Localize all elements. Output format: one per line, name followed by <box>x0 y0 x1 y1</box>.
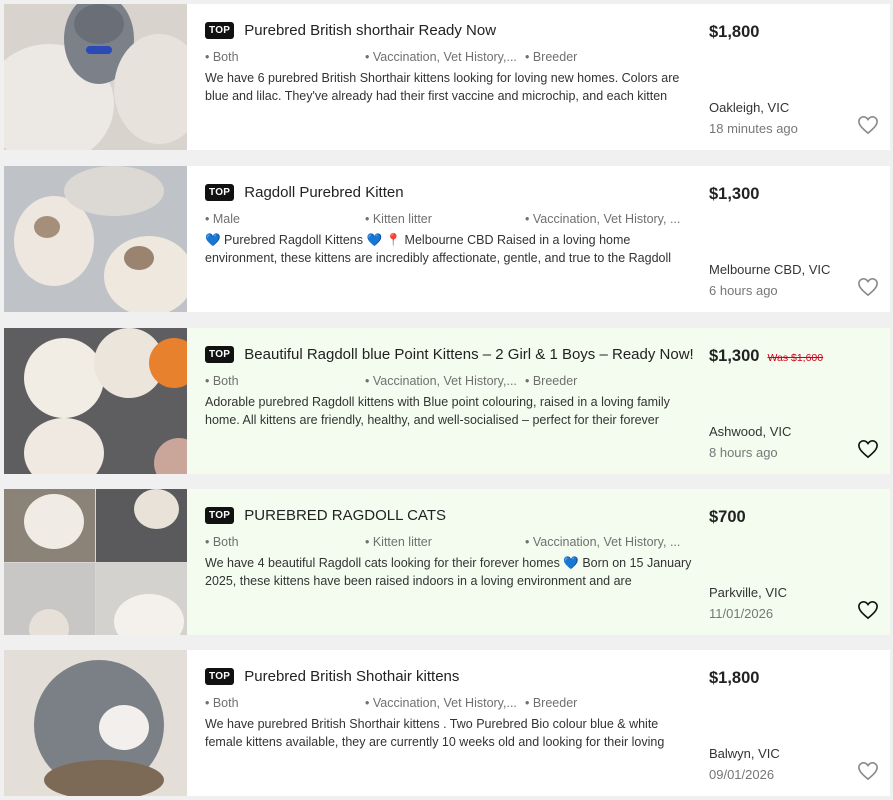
listing-time: 8 hours ago <box>709 445 778 460</box>
listing-card[interactable]: TOP Beautiful Ragdoll blue Point Kittens… <box>4 328 890 474</box>
listing-card[interactable]: TOP PUREBRED RAGDOLL CATS • Both • Kitte… <box>4 489 890 635</box>
listing-attr-health: • Vaccination, Vet History,... <box>365 50 517 64</box>
listing-price: $1,300 <box>709 347 760 365</box>
listing-attr-sex: • Both <box>205 535 239 549</box>
listing-attr-sex: • Male <box>205 212 240 226</box>
top-badge: TOP <box>205 668 235 685</box>
listing-thumbnail[interactable] <box>4 4 187 150</box>
listing-title[interactable]: Purebred British shorthair Ready Now <box>244 22 496 39</box>
listing-description: 💙 Purebred Ragdoll Kittens 💙 📍 Melbourne… <box>205 233 672 265</box>
listing-title[interactable]: Purebred British Shothair kittens <box>244 668 459 685</box>
listing-attr-health: • Vaccination, Vet History,... <box>365 696 517 710</box>
listing-card[interactable]: TOP Ragdoll Purebred Kitten • Male • Kit… <box>4 166 890 312</box>
listing-description: We have 6 purebred British Shorthair kit… <box>205 71 680 103</box>
listing-thumbnail[interactable] <box>4 328 187 474</box>
listing-time: 09/01/2026 <box>709 767 775 782</box>
listing-price: $1,800 <box>709 23 760 41</box>
listing-time: 11/01/2026 <box>709 606 774 621</box>
listing-attr-sex: • Both <box>205 374 239 388</box>
listing-attr-health: • Vaccination, Vet History, ... <box>525 212 681 226</box>
listing-card[interactable]: TOP Purebred British Shothair kittens • … <box>4 650 890 796</box>
listing-description: Adorable purebred Ragdoll kittens with B… <box>205 395 670 427</box>
listing-location: Parkville, VIC <box>709 585 788 600</box>
listing-attr-type: • Kitten litter <box>365 535 432 549</box>
listing-attr-seller: • Breeder <box>525 374 578 388</box>
heart-icon[interactable] <box>856 276 880 298</box>
listing-price: $1,800 <box>709 669 760 687</box>
listing-price: $1,300 <box>709 185 760 203</box>
listing-description: We have 4 beautiful Ragdoll cats looking… <box>205 556 692 588</box>
listing-attr-sex: • Both <box>205 696 239 710</box>
listing-attr-type: • Kitten litter <box>365 212 432 226</box>
listing-price: $700 <box>709 508 746 526</box>
listing-thumbnail[interactable] <box>4 489 187 635</box>
listing-attr-health: • Vaccination, Vet History,... <box>365 374 517 388</box>
heart-icon[interactable] <box>856 599 880 621</box>
listing-title[interactable]: Ragdoll Purebred Kitten <box>244 184 403 201</box>
heart-icon[interactable] <box>856 760 880 782</box>
listing-time: 18 minutes ago <box>709 121 798 136</box>
heart-icon[interactable] <box>856 438 880 460</box>
listing-thumbnail[interactable] <box>4 650 187 796</box>
listing-attr-sex: • Both <box>205 50 239 64</box>
heart-icon[interactable] <box>856 114 880 136</box>
top-badge: TOP <box>205 184 235 201</box>
listing-thumbnail[interactable] <box>4 166 187 312</box>
top-badge: TOP <box>205 346 235 363</box>
listing-location: Ashwood, VIC <box>709 424 792 439</box>
listing-attr-seller: • Breeder <box>525 50 578 64</box>
was-price: Was $1,600 <box>767 352 824 364</box>
listing-location: Balwyn, VIC <box>709 746 780 761</box>
top-badge: TOP <box>205 22 235 39</box>
listing-location: Oakleigh, VIC <box>709 100 790 115</box>
listing-title[interactable]: Beautiful Ragdoll blue Point Kittens – 2… <box>244 346 693 363</box>
listing-description: We have purebred British Shorthair kitte… <box>205 717 665 749</box>
listing-attr-health: • Vaccination, Vet History, ... <box>525 535 681 549</box>
listing-location: Melbourne CBD, VIC <box>709 262 831 277</box>
listing-time: 6 hours ago <box>709 283 778 298</box>
top-badge: TOP <box>205 507 235 524</box>
listing-card[interactable]: TOP Purebred British shorthair Ready Now… <box>4 4 890 150</box>
listing-title[interactable]: PUREBRED RAGDOLL CATS <box>244 507 446 524</box>
listing-attr-seller: • Breeder <box>525 696 578 710</box>
